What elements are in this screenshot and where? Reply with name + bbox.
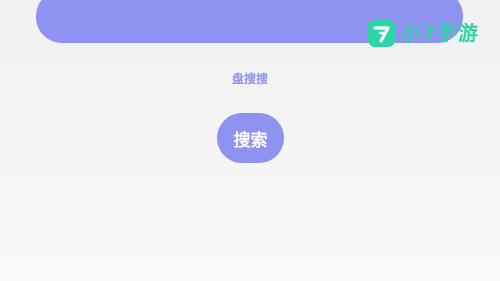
site-label: 盘搜搜 <box>231 72 268 86</box>
search-button[interactable]: 搜索 <box>217 113 284 163</box>
watermark: 小7手游 <box>368 18 479 48</box>
search-input[interactable] <box>60 6 364 34</box>
watermark-text: 小7手游 <box>401 21 479 45</box>
logo-7-icon <box>368 19 395 47</box>
